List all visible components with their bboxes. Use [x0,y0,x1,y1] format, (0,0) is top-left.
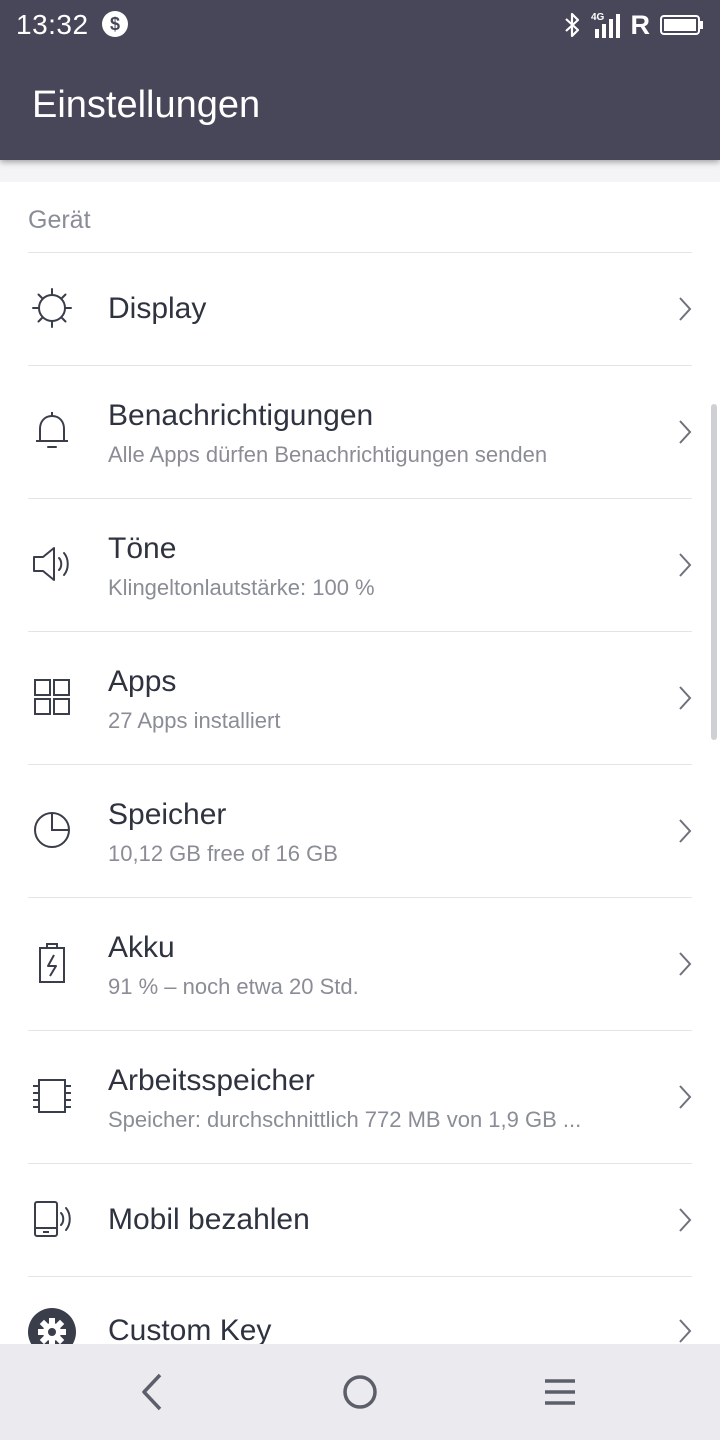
item-subtitle: Alle Apps dürfen Benachrichtigungen send… [108,442,548,467]
chevron-right-icon [679,420,692,444]
gear-icon [28,1308,76,1344]
bluetooth-icon [564,12,579,38]
chevron-right-icon [679,553,692,577]
chevron-right-icon [679,1208,692,1232]
divider [28,631,692,632]
item-title: Töne [108,532,177,565]
divider [28,365,692,366]
chevron-right-icon [679,297,692,321]
chevron-right-icon [679,819,692,843]
item-subtitle: 91 % – noch etwa 20 Std. [108,974,359,999]
storage-pie-icon [34,812,70,848]
settings-item-sounds[interactable]: Töne Klingeltonlautstärke: 100 % [0,498,720,631]
settings-content[interactable]: Gerät Display Benachrichtigungen Alle Ap… [0,160,720,1344]
settings-item-notifications[interactable]: Benachrichtigungen Alle Apps dürfen Bena… [0,365,720,498]
settings-item-battery[interactable]: Akku 91 % – noch etwa 20 Std. [0,897,720,1030]
item-title: Arbeitsspeicher [108,1064,315,1097]
app-header: 13:32 $ 4G R Einstellungen [0,0,720,160]
settings-item-storage[interactable]: Speicher 10,12 GB free of 16 GB [0,764,720,897]
settings-item-mobile-pay[interactable]: Mobil bezahlen [0,1163,720,1276]
divider [28,897,692,898]
chevron-right-icon [679,952,692,976]
brightness-icon [32,288,72,328]
item-title: Mobil bezahlen [108,1203,310,1236]
item-title: Display [108,292,207,325]
item-title: Apps [108,665,177,698]
apps-grid-icon [34,679,70,715]
signal-icon: 4G [591,12,620,38]
scrollbar[interactable] [711,404,717,740]
mobile-pay-icon [34,1201,71,1237]
chevron-right-icon [679,1085,692,1109]
memory-chip-icon [33,1079,71,1113]
battery-icon [660,15,703,35]
divider [28,1163,692,1164]
home-icon[interactable] [338,1370,382,1414]
status-time: 13:32 [16,9,89,40]
navigation-bar [0,1344,720,1440]
section-label: Gerät [28,206,91,234]
battery-charging-icon [39,943,65,983]
settings-item-custom-key[interactable]: Custom Key [0,1276,720,1344]
chevron-right-icon [679,686,692,710]
divider [28,1276,692,1277]
item-subtitle: Speicher: durchschnittlich 772 MB von 1,… [108,1107,582,1132]
roaming-indicator: R [630,9,651,40]
divider [28,498,692,499]
dollar-circle-icon: $ [102,11,128,37]
item-subtitle: 27 Apps installiert [108,708,281,733]
network-type: 4G [591,12,605,23]
bell-icon [36,412,68,448]
settings-card: Gerät Display Benachrichtigungen Alle Ap… [0,182,720,1344]
page-title: Einstellungen [32,84,261,126]
item-title: Benachrichtigungen [108,399,374,432]
settings-item-memory[interactable]: Arbeitsspeicher Speicher: durchschnittli… [0,1030,720,1163]
status-icons: 4G R [563,10,705,40]
chevron-right-icon [679,1319,692,1343]
item-title: Akku [108,931,175,964]
divider [28,252,692,253]
back-icon[interactable] [130,1370,174,1414]
divider [28,764,692,765]
item-title: Custom Key [108,1314,272,1344]
divider [28,1030,692,1031]
menu-icon[interactable] [538,1370,582,1414]
settings-item-apps[interactable]: Apps 27 Apps installiert [0,631,720,764]
item-subtitle: 10,12 GB free of 16 GB [108,841,338,866]
item-subtitle: Klingeltonlautstärke: 100 % [108,575,375,600]
status-bar: 13:32 $ 4G R [0,0,720,50]
settings-item-display[interactable]: Display [0,252,720,365]
speaker-icon [33,547,69,581]
item-title: Speicher [108,798,227,831]
